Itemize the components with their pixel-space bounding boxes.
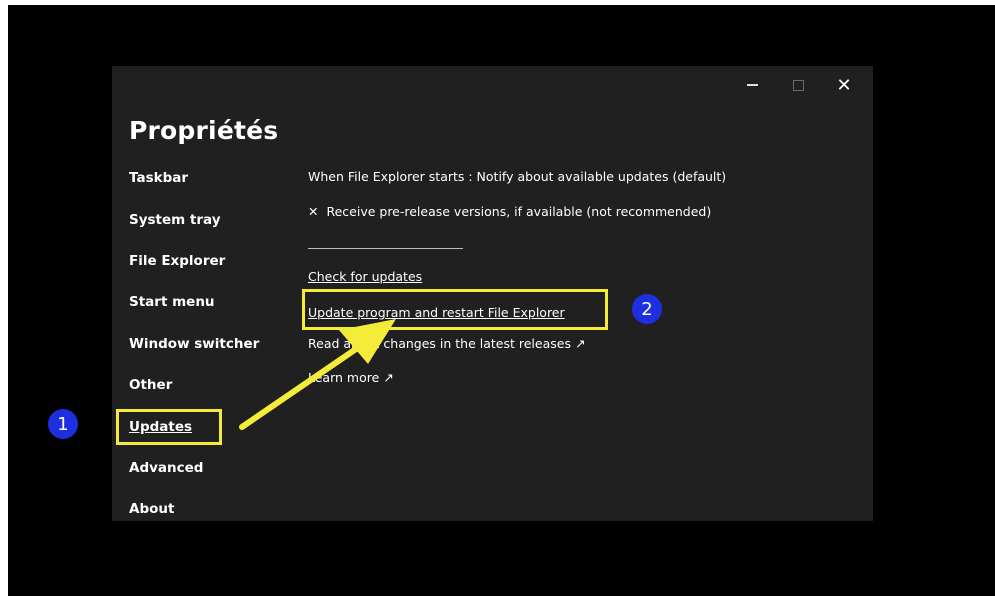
- check-for-updates-link[interactable]: Check for updates: [308, 269, 422, 284]
- updates-highlight-box: [116, 409, 222, 445]
- update-mode-dropdown[interactable]: When File Explorer starts : Notify about…: [308, 169, 726, 184]
- sidebar-item-file-explorer[interactable]: File Explorer: [129, 253, 225, 269]
- divider: [308, 248, 463, 249]
- step-1-badge: 1: [48, 409, 78, 439]
- sidebar-item-start-menu[interactable]: Start menu: [129, 294, 215, 310]
- release-notes-link[interactable]: Read about changes in the latest release…: [308, 336, 585, 351]
- maximize-button[interactable]: [780, 72, 816, 98]
- update-button-highlight-box: [302, 289, 608, 330]
- x-icon: ✕: [308, 204, 319, 219]
- close-icon: ✕: [836, 74, 852, 96]
- sidebar-item-window-switcher[interactable]: Window switcher: [129, 336, 259, 352]
- page-title: Propriétés: [129, 116, 279, 145]
- learn-more-link[interactable]: Learn more ↗: [308, 370, 394, 385]
- sidebar-item-other[interactable]: Other: [129, 377, 172, 393]
- prerelease-option[interactable]: ✕ Receive pre-release versions, if avail…: [308, 204, 711, 219]
- close-button[interactable]: ✕: [826, 72, 862, 98]
- prerelease-label: Receive pre-release versions, if availab…: [326, 204, 712, 219]
- sidebar-item-taskbar[interactable]: Taskbar: [129, 170, 188, 186]
- step-2-badge: 2: [632, 294, 662, 324]
- sidebar-item-about[interactable]: About: [129, 501, 174, 517]
- minimize-icon: [746, 84, 758, 86]
- sidebar-item-advanced[interactable]: Advanced: [129, 460, 203, 476]
- minimize-button[interactable]: [734, 72, 770, 98]
- sidebar-item-system-tray[interactable]: System tray: [129, 212, 221, 228]
- maximize-icon: [792, 79, 804, 91]
